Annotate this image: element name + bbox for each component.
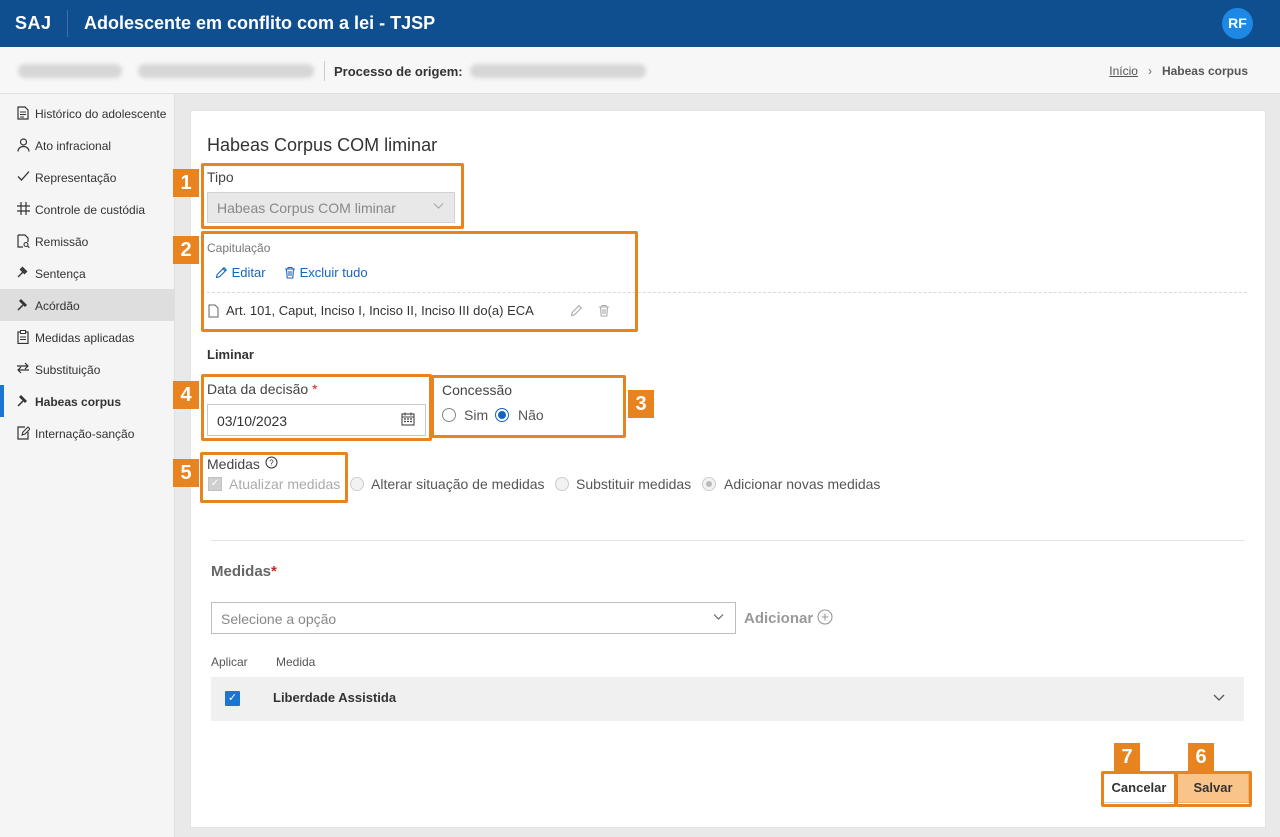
process-bar: Processo de origem: Início › Habeas corpus	[0, 47, 1280, 94]
person-icon	[16, 138, 30, 152]
sidebar-item-label: Controle de custódia	[35, 203, 146, 217]
aplicar-checkbox[interactable]: ✓	[225, 691, 240, 706]
redacted-label	[18, 64, 122, 78]
section-divider	[211, 540, 1244, 541]
medidas-heading-text: Medidas	[211, 563, 272, 580]
callout-badge-5: 5	[173, 459, 199, 487]
sidebar-item-label: Histórico do adolescente	[35, 107, 167, 121]
sidebar-item-habeas-corpus[interactable]: Habeas corpus	[0, 385, 175, 417]
callout-concessao	[431, 375, 626, 438]
plus-circle-icon	[817, 609, 833, 627]
radio-alterar-situacao[interactable]	[350, 477, 364, 491]
required-mark: *	[271, 563, 277, 580]
chevron-down-icon	[712, 610, 725, 626]
radio-substituir[interactable]	[555, 477, 569, 491]
sidebar-item-sentenca[interactable]: Sentença	[0, 257, 175, 289]
document-search-icon	[16, 234, 30, 249]
check-icon	[16, 170, 30, 184]
col-aplicar: Aplicar	[211, 655, 248, 669]
clipboard-icon	[16, 330, 30, 345]
breadcrumb: Início › Habeas corpus	[1109, 64, 1248, 78]
medidas-select[interactable]: Selecione a opção	[211, 602, 736, 634]
callout-data-decisao	[201, 374, 432, 441]
callout-badge-2: 2	[173, 236, 199, 264]
grid-icon	[16, 202, 30, 216]
breadcrumb-current: Habeas corpus	[1161, 64, 1248, 78]
adicionar-label: Adicionar	[744, 610, 814, 627]
callout-cancel	[1101, 771, 1177, 807]
sidebar-item-label: Representação	[35, 171, 117, 185]
sidebar-item-label: Acórdão	[35, 299, 80, 313]
gavel-icon	[16, 298, 30, 312]
substituir-label: Substituir medidas	[576, 476, 692, 492]
sidebar-item-label: Internação-sanção	[35, 427, 135, 441]
sidebar-item-controle-custodia[interactable]: Controle de custódia	[0, 193, 175, 225]
form-title: Habeas Corpus COM liminar	[207, 135, 438, 155]
sidebar-item-label: Habeas corpus	[35, 395, 122, 409]
callout-badge-1: 1	[173, 169, 199, 197]
callout-capitulacao	[201, 231, 638, 332]
edit-document-icon	[16, 426, 31, 440]
callout-badge-6: 6	[1188, 743, 1214, 771]
sidebar-item-ato-infracional[interactable]: Ato infracional	[0, 129, 175, 161]
callout-badge-3: 3	[628, 390, 654, 418]
sidebar-item-acordao[interactable]: Acórdão	[0, 289, 175, 321]
sidebar-item-representacao[interactable]: Representação	[0, 161, 175, 193]
breadcrumb-home-link[interactable]: Início	[1109, 64, 1138, 78]
sidebar-item-label: Substituição	[35, 363, 101, 377]
sidebar-item-remissao[interactable]: Remissão	[0, 225, 175, 257]
app-logo[interactable]: SAJ	[15, 13, 52, 34]
swap-icon	[16, 362, 30, 376]
origin-process-label: Processo de origem:	[334, 64, 463, 79]
radio-adicionar-novas[interactable]	[702, 477, 716, 491]
callout-medidas-options	[200, 452, 348, 503]
callout-tipo	[201, 163, 464, 229]
sidebar-item-substituicao[interactable]: Substituição	[0, 353, 175, 385]
sidebar-item-medidas-aplicadas[interactable]: Medidas aplicadas	[0, 321, 175, 353]
callout-save	[1175, 771, 1252, 807]
callout-badge-4: 4	[173, 381, 199, 409]
user-avatar[interactable]: RF	[1222, 8, 1253, 39]
sidebar-item-label: Ato infracional	[35, 139, 112, 153]
redacted-origin-value	[470, 64, 646, 78]
sidebar-item-label: Remissão	[35, 235, 89, 249]
chevron-down-icon[interactable]	[1212, 690, 1226, 707]
gavel-icon	[16, 394, 30, 408]
medidas-heading: Medidas*	[211, 563, 277, 580]
medida-name: Liberdade Assistida	[273, 690, 397, 705]
app-title: Adolescente em conflito com a lei - TJSP	[84, 13, 436, 33]
document-icon	[16, 106, 30, 120]
sidebar-item-historico[interactable]: Histórico do adolescente	[0, 97, 175, 129]
col-medida: Medida	[276, 655, 316, 669]
active-indicator	[0, 385, 4, 417]
liminar-heading: Liminar	[207, 347, 254, 362]
alterar-situacao-label: Alterar situação de medidas	[371, 476, 545, 492]
chevron-right-icon: ›	[1147, 64, 1152, 78]
sidebar-item-internacao-sancao[interactable]: Internação-sanção	[0, 417, 175, 449]
sidebar: Histórico do adolescente Ato infracional…	[0, 94, 175, 837]
callout-badge-7: 7	[1114, 743, 1140, 771]
redacted-value	[138, 64, 314, 78]
adicionar-novas-label: Adicionar novas medidas	[724, 476, 881, 492]
sidebar-item-label: Medidas aplicadas	[35, 331, 135, 345]
medidas-select-placeholder: Selecione a opção	[221, 611, 337, 627]
gavel-icon	[16, 266, 30, 280]
adicionar-button[interactable]: Adicionar	[744, 609, 833, 627]
subbar-divider	[324, 61, 325, 81]
header-divider	[67, 10, 68, 37]
sidebar-item-label: Sentença	[35, 267, 86, 281]
app-header: SAJ Adolescente em conflito com a lei - …	[0, 0, 1280, 47]
